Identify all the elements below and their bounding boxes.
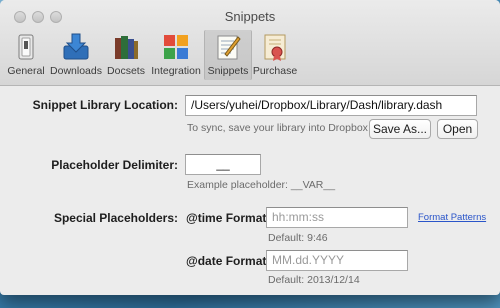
window-title: Snippets (224, 9, 276, 24)
library-location-label: Snippet Library Location: (32, 98, 178, 112)
general-switch-icon (18, 34, 34, 60)
special-placeholders-label: Special Placeholders: (53, 211, 178, 225)
purchase-certificate-icon (264, 34, 286, 61)
tab-downloads-label: Downloads (50, 65, 102, 77)
tab-docsets[interactable]: Docsets (104, 30, 148, 80)
library-sync-hint: To sync, save your library into Dropbox (187, 122, 368, 134)
downloads-icon (63, 33, 89, 60)
placeholder-delimiter-field[interactable]: __ (185, 154, 261, 175)
tab-purchase[interactable]: Purchase (252, 30, 298, 80)
library-path-field[interactable]: /Users/yuhei/Dropbox/Library/Dash/librar… (185, 95, 477, 116)
tab-downloads[interactable]: Downloads (48, 30, 104, 80)
tab-general[interactable]: General (4, 30, 48, 80)
placeholder-delimiter-label: Placeholder Delimiter: (51, 158, 178, 172)
snippets-pane: Snippet Library Location: /Users/yuhei/D… (0, 87, 500, 295)
preferences-toolbar: General Downloads Docsets Integration Sn… (4, 30, 298, 80)
tab-docsets-label: Docsets (107, 65, 145, 77)
tab-snippets[interactable]: Snippets (204, 30, 252, 80)
date-format-label: @date Format: (186, 254, 271, 268)
placeholder-example-hint: Example placeholder: __VAR__ (187, 179, 336, 191)
open-button[interactable]: Open (437, 119, 478, 139)
tab-purchase-label: Purchase (252, 65, 298, 77)
tab-integration[interactable]: Integration (148, 30, 204, 80)
time-format-field[interactable]: hh:mm:ss (266, 207, 408, 228)
integration-grid-icon (164, 35, 188, 59)
title-bar: Snippets General Downloads Docsets Integ… (0, 0, 500, 86)
time-default-hint: Default: 9:46 (268, 232, 328, 244)
date-default-hint: Default: 2013/12/14 (268, 274, 360, 286)
docsets-books-icon (115, 36, 138, 59)
tab-general-label: General (7, 65, 45, 77)
save-as-button[interactable]: Save As... (369, 119, 431, 139)
preferences-window: Snippets General Downloads Docsets Integ… (0, 0, 500, 295)
tab-snippets-label: Snippets (207, 65, 249, 77)
snippets-notepad-icon (217, 35, 241, 60)
date-format-field[interactable]: MM.dd.YYYY (266, 250, 408, 271)
tab-integration-label: Integration (151, 65, 201, 77)
format-patterns-link[interactable]: Format Patterns (418, 212, 486, 223)
time-format-label: @time Format: (186, 211, 271, 225)
